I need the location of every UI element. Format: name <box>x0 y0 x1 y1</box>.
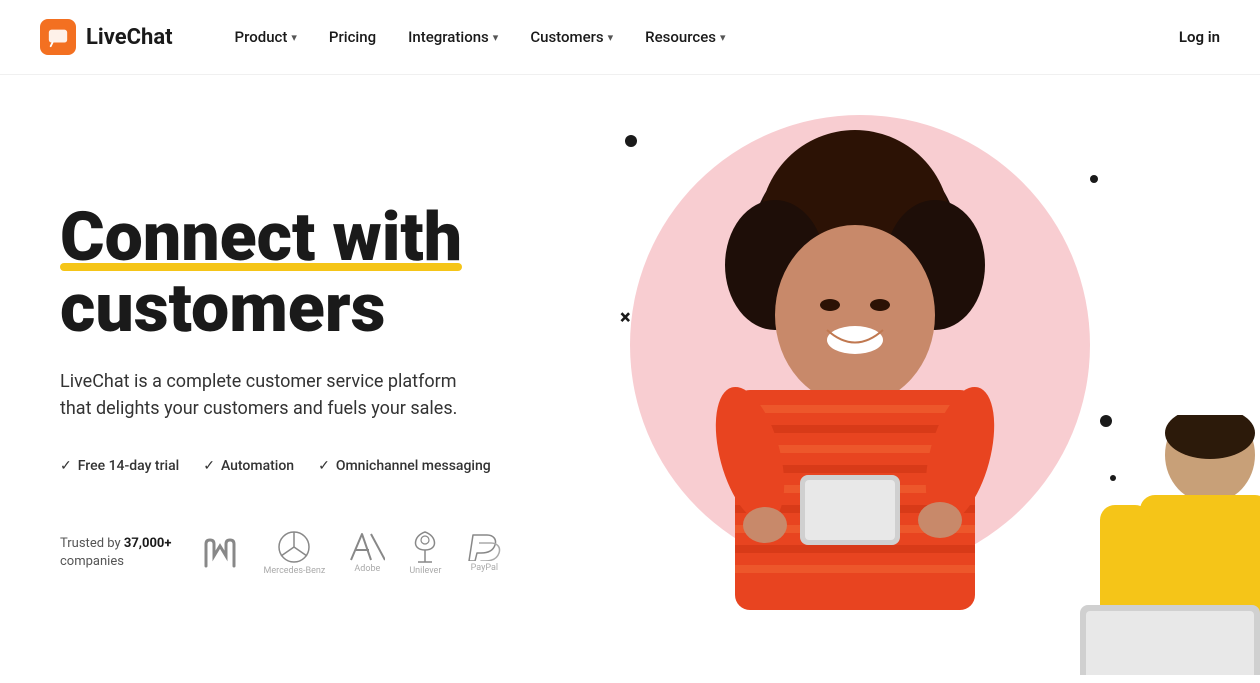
login-button[interactable]: Log in <box>1179 28 1220 46</box>
navbar: LiveChat Product ▾ Pricing Integrations … <box>0 0 1260 75</box>
heading-line2: customers <box>60 268 385 348</box>
brand-paypal-label: PayPal <box>471 563 498 573</box>
woman-illustration <box>645 105 1065 635</box>
hero-features: ✓ Free 14-day trial ✓ Automation ✓ Omnic… <box>60 458 540 474</box>
nav-resources[interactable]: Resources ▾ <box>633 20 737 54</box>
brand-logos: Mercedes-Benz Adobe <box>201 530 503 576</box>
chevron-down-icon: ▾ <box>720 31 726 44</box>
trust-text: Trusted by 37,000+ companies <box>60 535 171 571</box>
trust-count: 37,000+ <box>124 536 172 551</box>
hero-subtext: LiveChat is a complete customer service … <box>60 368 480 422</box>
nav-links: Product ▾ Pricing Integrations ▾ Custome… <box>223 20 1179 54</box>
hero-heading: Connect with customers <box>60 202 540 345</box>
check-icon: ✓ <box>318 458 330 474</box>
chevron-down-icon: ▾ <box>493 31 499 44</box>
heading-line1: Connect with <box>60 202 462 273</box>
logo-icon <box>40 19 76 55</box>
deco-cross: × <box>620 305 631 329</box>
nav-customers[interactable]: Customers ▾ <box>518 20 625 54</box>
second-person-illustration <box>1040 415 1260 675</box>
brand-mcdonalds <box>201 538 239 568</box>
trust-bar: Trusted by 37,000+ companies Mercedes-Be <box>60 530 540 576</box>
brand-paypal: PayPal <box>465 533 503 573</box>
check-icon: ✓ <box>203 458 215 474</box>
brand-unilever-label: Unilever <box>409 566 441 576</box>
nav-pricing[interactable]: Pricing <box>317 20 388 54</box>
brand-adobe: Adobe <box>349 532 385 574</box>
brand-unilever: Unilever <box>409 530 441 576</box>
brand-mercedes: Mercedes-Benz <box>263 530 325 576</box>
deco-dot <box>625 135 637 147</box>
logo[interactable]: LiveChat <box>40 19 173 55</box>
hero-content: Connect with customers LiveChat is a com… <box>0 75 580 683</box>
nav-product[interactable]: Product ▾ <box>223 20 309 54</box>
nav-integrations[interactable]: Integrations ▾ <box>396 20 510 54</box>
feature-automation: ✓ Automation <box>203 458 294 474</box>
check-icon: ✓ <box>60 458 72 474</box>
deco-dot <box>1090 175 1098 183</box>
brand-mercedes-label: Mercedes-Benz <box>263 566 325 576</box>
brand-adobe-label: Adobe <box>354 564 380 574</box>
feature-trial: ✓ Free 14-day trial <box>60 458 179 474</box>
logo-text: LiveChat <box>86 25 173 50</box>
hero-image: × <box>580 75 1260 683</box>
chevron-down-icon: ▾ <box>291 31 297 44</box>
chevron-down-icon: ▾ <box>608 31 614 44</box>
feature-omnichannel: ✓ Omnichannel messaging <box>318 458 491 474</box>
hero-section: Connect with customers LiveChat is a com… <box>0 75 1260 683</box>
